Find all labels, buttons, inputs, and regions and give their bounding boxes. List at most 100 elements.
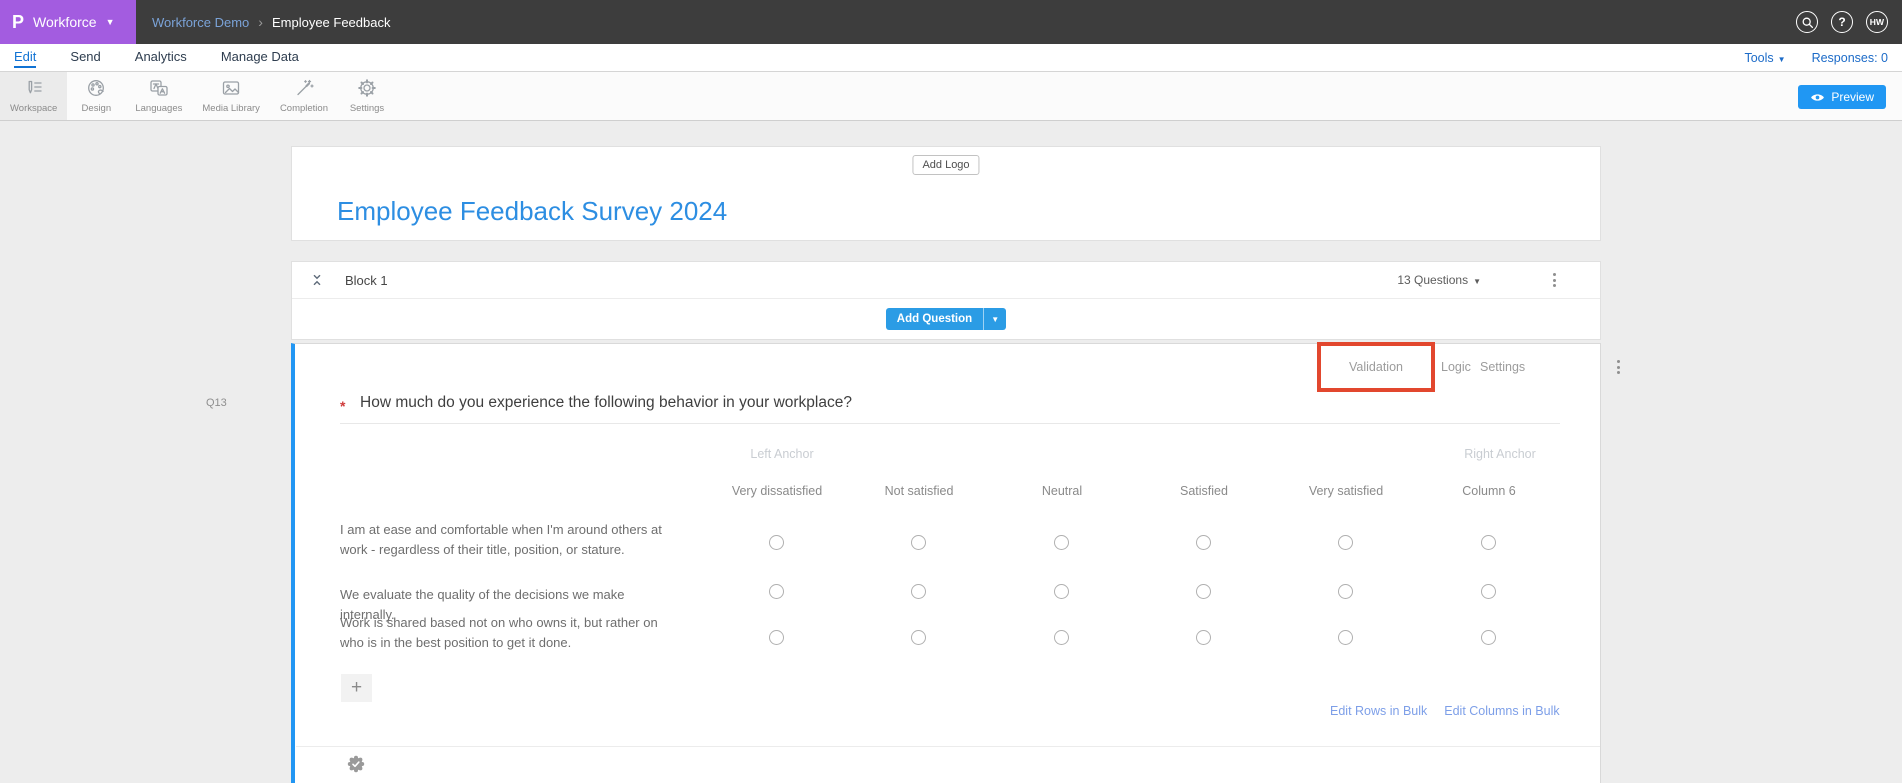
question-id: Q13 (206, 397, 227, 409)
question-menu-settings[interactable]: Settings (1480, 360, 1525, 374)
radio-option[interactable] (769, 630, 784, 645)
question-text-underline (340, 423, 1560, 424)
radio-option[interactable] (911, 584, 926, 599)
toolbar-item-settings[interactable]: Settings (338, 72, 396, 120)
product-name: Workforce (33, 14, 97, 30)
topbar: P Workforce ▼ Workforce Demo › Employee … (0, 0, 1902, 44)
radio-option[interactable] (1481, 584, 1496, 599)
image-icon (221, 78, 241, 98)
matrix-left-anchor[interactable]: Left Anchor (707, 447, 857, 461)
collapse-block-icon[interactable] (310, 272, 324, 288)
question-menu-logic[interactable]: Logic (1441, 360, 1471, 374)
question-text[interactable]: How much do you experience the following… (360, 394, 852, 412)
bulk-edit-links: Edit Rows in Bulk Edit Columns in Bulk (1330, 704, 1560, 718)
breadcrumb-separator: › (258, 14, 263, 30)
question-card[interactable]: Validation Logic Settings * How much do … (291, 342, 1620, 783)
matrix-column-header[interactable]: Satisfied (1129, 484, 1279, 498)
question-options-kebab[interactable] (1615, 358, 1622, 376)
add-row-button[interactable]: + (341, 674, 372, 702)
survey-nav: Edit Send Analytics Manage Data Tools ▼ R… (0, 44, 1902, 72)
block-header: Block 1 13 Questions ▼ (292, 262, 1600, 299)
add-question-split-button: Add Question ▼ (885, 308, 1007, 330)
toolbar-item-label: Workspace (10, 103, 58, 114)
toolbar-item-label: Completion (279, 103, 328, 114)
add-question-button[interactable]: Add Question (885, 308, 984, 330)
breadcrumb: Workforce Demo › Employee Feedback (152, 14, 390, 30)
radio-option[interactable] (1054, 535, 1069, 550)
block-options-kebab[interactable] (1551, 271, 1558, 289)
add-question-dropdown[interactable]: ▼ (983, 308, 1007, 330)
chevron-down-icon: ▼ (1473, 277, 1481, 286)
block-card: Block 1 13 Questions ▼ Add Question ▼ (291, 261, 1601, 340)
magic-wand-icon (294, 78, 314, 98)
edit-rows-in-bulk-link[interactable]: Edit Rows in Bulk (1330, 704, 1427, 718)
matrix-column-header[interactable]: Neutral (987, 484, 1137, 498)
help-button[interactable]: ? (1831, 11, 1853, 33)
product-switcher[interactable]: P Workforce ▼ (0, 0, 136, 44)
radio-option[interactable] (1481, 535, 1496, 550)
radio-option[interactable] (769, 535, 784, 550)
matrix-column-header[interactable]: Column 6 (1414, 484, 1564, 498)
nav-right: Tools ▼ Responses: 0 (1744, 51, 1888, 65)
matrix-column-header[interactable]: Not satisfied (844, 484, 994, 498)
radio-option[interactable] (1338, 535, 1353, 550)
question-menu-validation[interactable]: Validation (1349, 360, 1403, 374)
matrix-column-header[interactable]: Very satisfied (1271, 484, 1421, 498)
chevron-down-icon: ▼ (991, 314, 1000, 324)
breadcrumb-parent-link[interactable]: Workforce Demo (152, 15, 249, 30)
radio-option[interactable] (911, 535, 926, 550)
toolbar-item-design[interactable]: Design (67, 72, 125, 120)
radio-option[interactable] (1196, 584, 1211, 599)
toolbar-item-media-library[interactable]: Media Library (192, 72, 270, 120)
app-canvas: P Workforce ▼ Workforce Demo › Employee … (0, 0, 1902, 783)
matrix-row-statement[interactable]: I am at ease and comfortable when I'm ar… (340, 520, 675, 560)
radio-option[interactable] (769, 584, 784, 599)
validation-badge-icon[interactable] (347, 755, 365, 778)
tab-analytics[interactable]: Analytics (135, 47, 187, 68)
tab-manage-data[interactable]: Manage Data (221, 47, 299, 68)
editor-toolbar: Workspace Design Languages Media Library… (0, 72, 1902, 121)
matrix-right-anchor[interactable]: Right Anchor (1425, 447, 1575, 461)
required-asterisk: * (340, 398, 346, 414)
nav-tabs: Edit Send Analytics Manage Data (14, 47, 299, 68)
toolbar-item-languages[interactable]: Languages (125, 72, 192, 120)
chevron-down-icon: ▼ (105, 16, 115, 27)
survey-title[interactable]: Employee Feedback Survey 2024 (337, 196, 727, 227)
radio-option[interactable] (1338, 630, 1353, 645)
chevron-down-icon: ▼ (1777, 54, 1786, 64)
topbar-actions: ? HW (1796, 11, 1888, 33)
block-body: Add Question ▼ (292, 299, 1600, 339)
gear-icon (357, 78, 377, 98)
toolbar-item-label: Settings (349, 103, 385, 114)
survey-header-card: Add Logo Employee Feedback Survey 2024 (291, 146, 1601, 241)
radio-option[interactable] (1338, 584, 1353, 599)
radio-option[interactable] (1054, 630, 1069, 645)
search-button[interactable] (1796, 11, 1818, 33)
eye-icon (1811, 93, 1825, 101)
toolbar-item-label: Design (81, 103, 112, 114)
radio-option[interactable] (1196, 535, 1211, 550)
tools-dropdown[interactable]: Tools ▼ (1744, 51, 1785, 65)
responses-count[interactable]: Responses: 0 (1812, 51, 1888, 65)
breadcrumb-current: Employee Feedback (271, 14, 391, 30)
preview-label: Preview (1831, 90, 1874, 104)
tab-edit[interactable]: Edit (14, 47, 37, 68)
avatar[interactable]: HW (1866, 11, 1888, 33)
workspace-icon (24, 78, 44, 98)
radio-option[interactable] (911, 630, 926, 645)
toolbar-item-completion[interactable]: Completion (270, 72, 338, 120)
toolbar-item-label: Media Library (202, 103, 260, 114)
tab-send[interactable]: Send (70, 47, 100, 68)
matrix-column-header[interactable]: Very dissatisfied (702, 484, 852, 498)
question-footer-divider (296, 746, 1600, 747)
add-logo-button[interactable]: Add Logo (912, 155, 980, 175)
edit-columns-in-bulk-link[interactable]: Edit Columns in Bulk (1444, 704, 1559, 718)
question-count-dropdown[interactable]: 13 Questions ▼ (1397, 273, 1481, 287)
matrix-row-statement[interactable]: Work is shared based not on who owns it,… (340, 613, 675, 653)
radio-option[interactable] (1196, 630, 1211, 645)
block-name[interactable]: Block 1 (345, 273, 388, 288)
radio-option[interactable] (1054, 584, 1069, 599)
toolbar-item-workspace[interactable]: Workspace (0, 72, 68, 120)
preview-button[interactable]: Preview (1798, 85, 1886, 109)
radio-option[interactable] (1481, 630, 1496, 645)
